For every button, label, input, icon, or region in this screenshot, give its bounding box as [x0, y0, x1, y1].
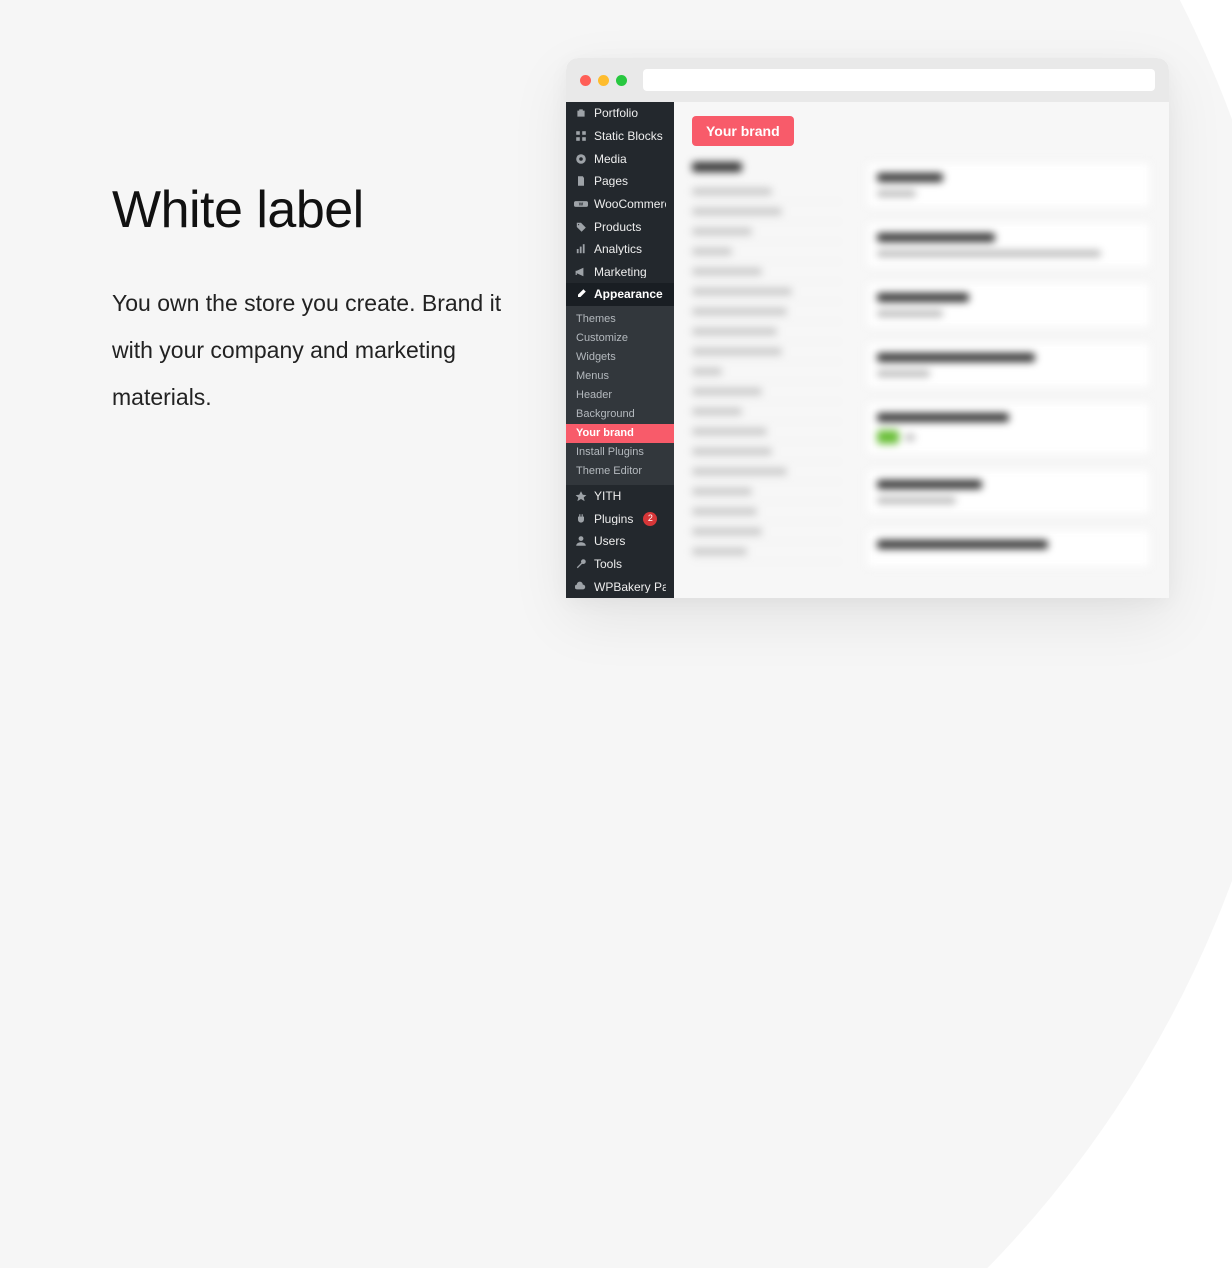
sidebar-item-portfolio[interactable]: Portfolio	[566, 102, 674, 125]
sidebar-item-label: WPBakery Page	[594, 581, 666, 593]
sidebar-item-label: Media	[594, 153, 627, 165]
sidebar-item-label: Plugins	[594, 513, 633, 525]
wpbakery-icon	[574, 580, 588, 594]
submenu-label: Customize	[576, 333, 628, 344]
sidebar-item-label: Products	[594, 221, 641, 233]
sidebar-item-label: Appearance	[594, 288, 663, 300]
submenu-label: Themes	[576, 314, 616, 325]
grid-icon	[574, 129, 588, 143]
wp-admin-sidebar: Portfolio Static Blocks Media Pages	[566, 102, 674, 598]
submenu-item-themes[interactable]: Themes	[566, 310, 674, 329]
submenu-label: Menus	[576, 371, 609, 382]
submenu-label: Your brand	[576, 428, 634, 439]
main-content: Your brand	[674, 102, 1169, 598]
sidebar-item-label: Tools	[594, 558, 622, 570]
wrench-icon	[574, 557, 588, 571]
submenu-item-background[interactable]: Background	[566, 405, 674, 424]
sidebar-item-pages[interactable]: Pages	[566, 170, 674, 193]
chart-icon	[574, 242, 588, 256]
sidebar-item-wpbakery[interactable]: WPBakery Page	[566, 575, 674, 598]
submenu-item-your-brand[interactable]: Your brand	[566, 424, 674, 443]
sidebar-item-label: Marketing	[594, 266, 647, 278]
sidebar-item-plugins[interactable]: Plugins 2	[566, 507, 674, 530]
sidebar-item-marketing[interactable]: Marketing	[566, 260, 674, 283]
page-icon	[574, 174, 588, 188]
sidebar-item-static-blocks[interactable]: Static Blocks	[566, 125, 674, 148]
marketing-headline: White label	[112, 180, 532, 240]
sidebar-item-yith[interactable]: YITH	[566, 485, 674, 508]
submenu-label: Widgets	[576, 352, 616, 363]
browser-window: Portfolio Static Blocks Media Pages	[566, 58, 1169, 598]
submenu-item-header[interactable]: Header	[566, 386, 674, 405]
plug-icon	[574, 512, 588, 526]
media-icon	[574, 152, 588, 166]
appearance-submenu: Themes Customize Widgets Menus Header Ba…	[566, 306, 674, 485]
sidebar-item-label: YITH	[594, 490, 621, 502]
browser-titlebar	[566, 58, 1169, 102]
url-bar[interactable]	[643, 69, 1155, 91]
submenu-item-menus[interactable]: Menus	[566, 367, 674, 386]
traffic-lights	[580, 75, 627, 86]
sidebar-item-analytics[interactable]: Analytics	[566, 238, 674, 261]
sidebar-item-media[interactable]: Media	[566, 147, 674, 170]
submenu-label: Background	[576, 409, 635, 420]
submenu-label: Theme Editor	[576, 466, 642, 477]
submenu-item-widgets[interactable]: Widgets	[566, 348, 674, 367]
sidebar-item-appearance[interactable]: Appearance	[566, 283, 674, 306]
submenu-label: Header	[576, 390, 612, 401]
submenu-label: Install Plugins	[576, 447, 644, 458]
blurred-settings-preview	[692, 162, 1151, 582]
sidebar-item-label: Portfolio	[594, 107, 638, 119]
brush-icon	[574, 287, 588, 301]
yith-icon	[574, 489, 588, 503]
submenu-item-theme-editor[interactable]: Theme Editor	[566, 462, 674, 481]
minimize-icon[interactable]	[598, 75, 609, 86]
svg-text:W: W	[579, 202, 584, 207]
sidebar-item-products[interactable]: Products	[566, 215, 674, 238]
sidebar-item-label: Users	[594, 535, 625, 547]
sidebar-item-woocommerce[interactable]: W WooCommerce	[566, 193, 674, 216]
submenu-item-install-plugins[interactable]: Install Plugins	[566, 443, 674, 462]
user-icon	[574, 534, 588, 548]
sidebar-item-label: Pages	[594, 175, 628, 187]
close-icon[interactable]	[580, 75, 591, 86]
tag-icon	[574, 220, 588, 234]
megaphone-icon	[574, 265, 588, 279]
sidebar-item-label: Static Blocks	[594, 130, 663, 142]
brand-tag: Your brand	[692, 116, 794, 146]
marketing-body: You own the store you create. Brand it w…	[112, 280, 532, 421]
maximize-icon[interactable]	[616, 75, 627, 86]
sidebar-item-users[interactable]: Users	[566, 530, 674, 553]
sidebar-item-tools[interactable]: Tools	[566, 553, 674, 576]
portfolio-icon	[574, 106, 588, 120]
marketing-copy: White label You own the store you create…	[112, 180, 532, 421]
submenu-item-customize[interactable]: Customize	[566, 329, 674, 348]
sidebar-item-label: Analytics	[594, 243, 642, 255]
sidebar-item-label: WooCommerce	[594, 198, 666, 210]
update-badge: 2	[643, 512, 657, 526]
woo-icon: W	[574, 197, 588, 211]
